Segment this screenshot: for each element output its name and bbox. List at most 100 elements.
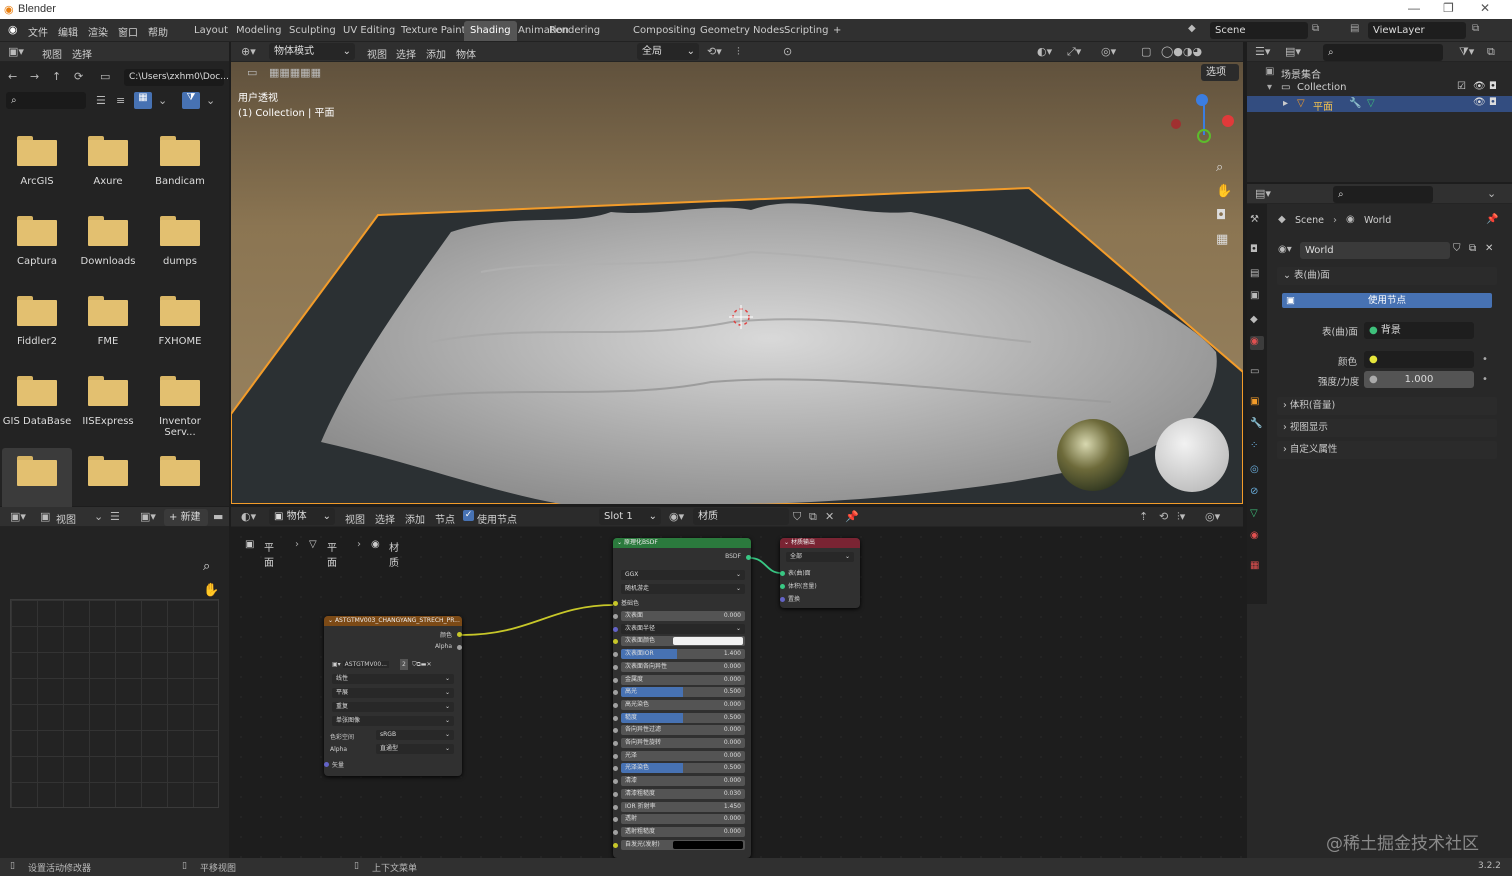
workspace-tab-layout[interactable]: Layout [188,21,234,41]
alpha-mode-dropdown[interactable]: 直通型 ⌄ [376,744,454,754]
folder-item[interactable]: Axure [73,128,143,204]
viewport-3d[interactable]: ⊕▾ 物体模式 ⌄ 视图 选择 添加 物体 全局 ⌄ ⟲▾ ⫶ ⊙ ◐▾ ⤢▾ ◎▾… [231,42,1243,504]
path-field[interactable]: C:\Users\zxhm0\Doc... [124,69,229,86]
visibility-icon[interactable]: ◐▾ [1037,45,1052,58]
bsdf-input-socket[interactable] [613,639,618,645]
bsdf-input-row[interactable]: 光泽染色 0.500 [621,763,745,774]
image-texture-node[interactable]: ⌄ ASTGTMV003_CHANGYANG_STRECH_PR... 颜色 A… [324,616,462,776]
interpolation-dropdown[interactable]: 线性 ⌄ [332,674,454,684]
image-name-field[interactable]: ASTGTMV00... [342,661,389,668]
base-color-socket[interactable] [613,601,618,606]
bsdf-input-socket[interactable] [613,779,618,785]
sss-method-dropdown[interactable]: 随机游走 ⌄ [621,584,745,594]
view-layer-icon[interactable]: ▤ [1350,23,1359,34]
new-collection-icon[interactable]: ⧉ [1487,45,1495,59]
object-mode-dropdown[interactable]: 物体模式 ⌄ [269,43,355,60]
bsdf-input-socket[interactable] [613,614,618,619]
viewport-display-panel-header[interactable]: › 视图显示 [1277,419,1497,437]
workspace-tab-add[interactable]: + [827,21,847,41]
checkbox-icon[interactable]: ☑ [1457,81,1466,92]
bsdf-input-socket[interactable] [613,804,618,810]
texture-tab-icon[interactable]: ▦ [1250,560,1264,574]
modifier-wrench-icon[interactable]: 🔧 [1349,98,1361,109]
options-chevron-icon[interactable]: ⌄ [1487,187,1496,200]
filter-icon[interactable]: ⧩ [182,92,200,109]
view-layer-field[interactable]: ViewLayer [1368,22,1466,39]
scene-field[interactable]: Scene [1210,22,1308,39]
bsdf-input-row[interactable]: 糙度 0.500 [621,712,745,723]
fb-menu-view[interactable]: 视图 [42,46,62,61]
pivot-icon[interactable]: ⟲▾ [707,45,722,58]
fake-user-icon[interactable]: ⛉ [1453,243,1461,254]
render-tab-icon[interactable]: ◘ [1250,244,1264,258]
uv-grid[interactable] [10,599,219,808]
properties-search-input[interactable]: ⌕ [1333,186,1433,203]
bsdf-input-row[interactable]: 清漆粗糙度 0.030 [621,788,745,799]
folder-item[interactable]: FXHOME [145,288,215,364]
modifier-tab-icon[interactable]: 🔧 [1250,418,1264,432]
colorspace-dropdown[interactable]: sRGB ⌄ [376,730,454,740]
vp-menu-view[interactable]: 视图 [367,46,387,61]
surface-shader-field[interactable]: ● 背景 [1364,322,1474,339]
color-output-socket[interactable] [457,632,462,637]
data-tab-icon[interactable]: ▽ [1250,508,1264,522]
filter-icon[interactable]: ⧩▾ [1459,45,1474,59]
workspace-tab-compositing[interactable]: Compositing [627,21,702,41]
view-layer-tab-icon[interactable]: ▣ [1250,290,1264,304]
refresh-icon[interactable]: ⟳ [74,70,83,83]
physics-tab-icon[interactable]: ◎ [1250,464,1264,478]
editor-type-icon[interactable]: ▣▾ [8,45,24,58]
parent-dir-icon[interactable]: ↑ [52,70,61,83]
custom-props-panel-header[interactable]: › 自定义属性 [1277,441,1497,459]
folder-item[interactable]: dumps [145,208,215,284]
keyframe-dot-icon[interactable]: • [1482,354,1488,365]
bsdf-input-socket[interactable] [613,677,618,683]
fb-search-input[interactable]: ⌕ [6,92,86,109]
bsdf-input-row[interactable]: 次表面半径 ⌄ [621,623,745,634]
shading-modes-icon[interactable]: ◯●◑◕ [1161,45,1202,58]
eye-icon[interactable]: 👁 [1473,97,1486,108]
workspace-tab-rendering[interactable]: Rendering [543,21,606,41]
menu-item-2[interactable]: 渲染 [88,24,108,39]
world-name-field[interactable]: World [1300,242,1450,259]
folder-item[interactable]: Fiddler2 [2,288,72,364]
projection-dropdown[interactable]: 平展 ⌄ [332,688,454,698]
bsdf-input-row[interactable]: 高光染色 0.000 [621,699,745,710]
folder-item[interactable]: Inventor Serv... [145,368,215,444]
perspective-grid-icon[interactable]: ▦ [1216,232,1228,247]
texture-node-header[interactable]: ⌄ ASTGTMV003_CHANGYANG_STRECH_PR... [324,616,462,626]
bsdf-input-row[interactable]: 光泽 0.000 [621,750,745,761]
options-dropdown[interactable]: 选项 [1201,64,1239,81]
object-row-selected[interactable]: ▸ ▽ 平面 🔧 ▽ 👁 ◘ [1247,96,1512,113]
bsdf-node-header[interactable]: ⌄ 原理化BSDF [613,538,751,548]
image-datablock-row[interactable]: ▣▾ ASTGTMV00... 2 ⛉⧉▬✕ [332,659,454,670]
keyframe-dot-icon[interactable]: • [1482,374,1488,385]
folder-item[interactable]: Captura [2,208,72,284]
folder-item[interactable]: FME [73,288,143,364]
menu-item-3[interactable]: 窗口 [118,24,138,39]
bsdf-input-socket[interactable] [613,766,618,772]
restore-icon[interactable]: ❐ [1443,1,1454,15]
fb-menu-select[interactable]: 选择 [72,46,92,61]
volume-input-socket[interactable] [780,584,785,589]
blender-menu-icon[interactable]: ◉ [8,23,18,36]
bsdf-input-row[interactable]: 各向异性旋转 0.000 [621,738,745,748]
menu-item-0[interactable]: 文件 [28,24,48,39]
snap-icon[interactable]: ⫶ [737,45,740,59]
pan-hand-icon[interactable]: ✋ [1216,184,1232,199]
editor-type-icon[interactable]: ⊕▾ [241,45,256,58]
bsdf-input-socket[interactable] [613,817,618,823]
alpha-output-socket[interactable] [457,645,462,650]
bsdf-output-socket[interactable] [746,555,751,560]
zoom-icon[interactable]: ⌕ [203,559,210,574]
mesh-data-icon[interactable]: ▽ [1367,98,1375,109]
collapse-arrow-icon[interactable]: ⌄ [328,617,335,624]
workspace-tab-texture-paint[interactable]: Texture Paint [395,21,472,41]
bsdf-input-row[interactable]: 透射粗糙度 0.000 [621,826,745,837]
bsdf-input-row[interactable]: 次表面IOR 1.400 [621,649,745,660]
render-camera-icon[interactable]: ◘ [1489,81,1497,92]
editor-type-icon[interactable]: ☰▾ [1255,45,1270,58]
unlink-icon[interactable]: ✕ [1485,243,1493,254]
displacement-input-socket[interactable] [780,597,785,602]
bsdf-input-socket[interactable] [613,842,618,848]
